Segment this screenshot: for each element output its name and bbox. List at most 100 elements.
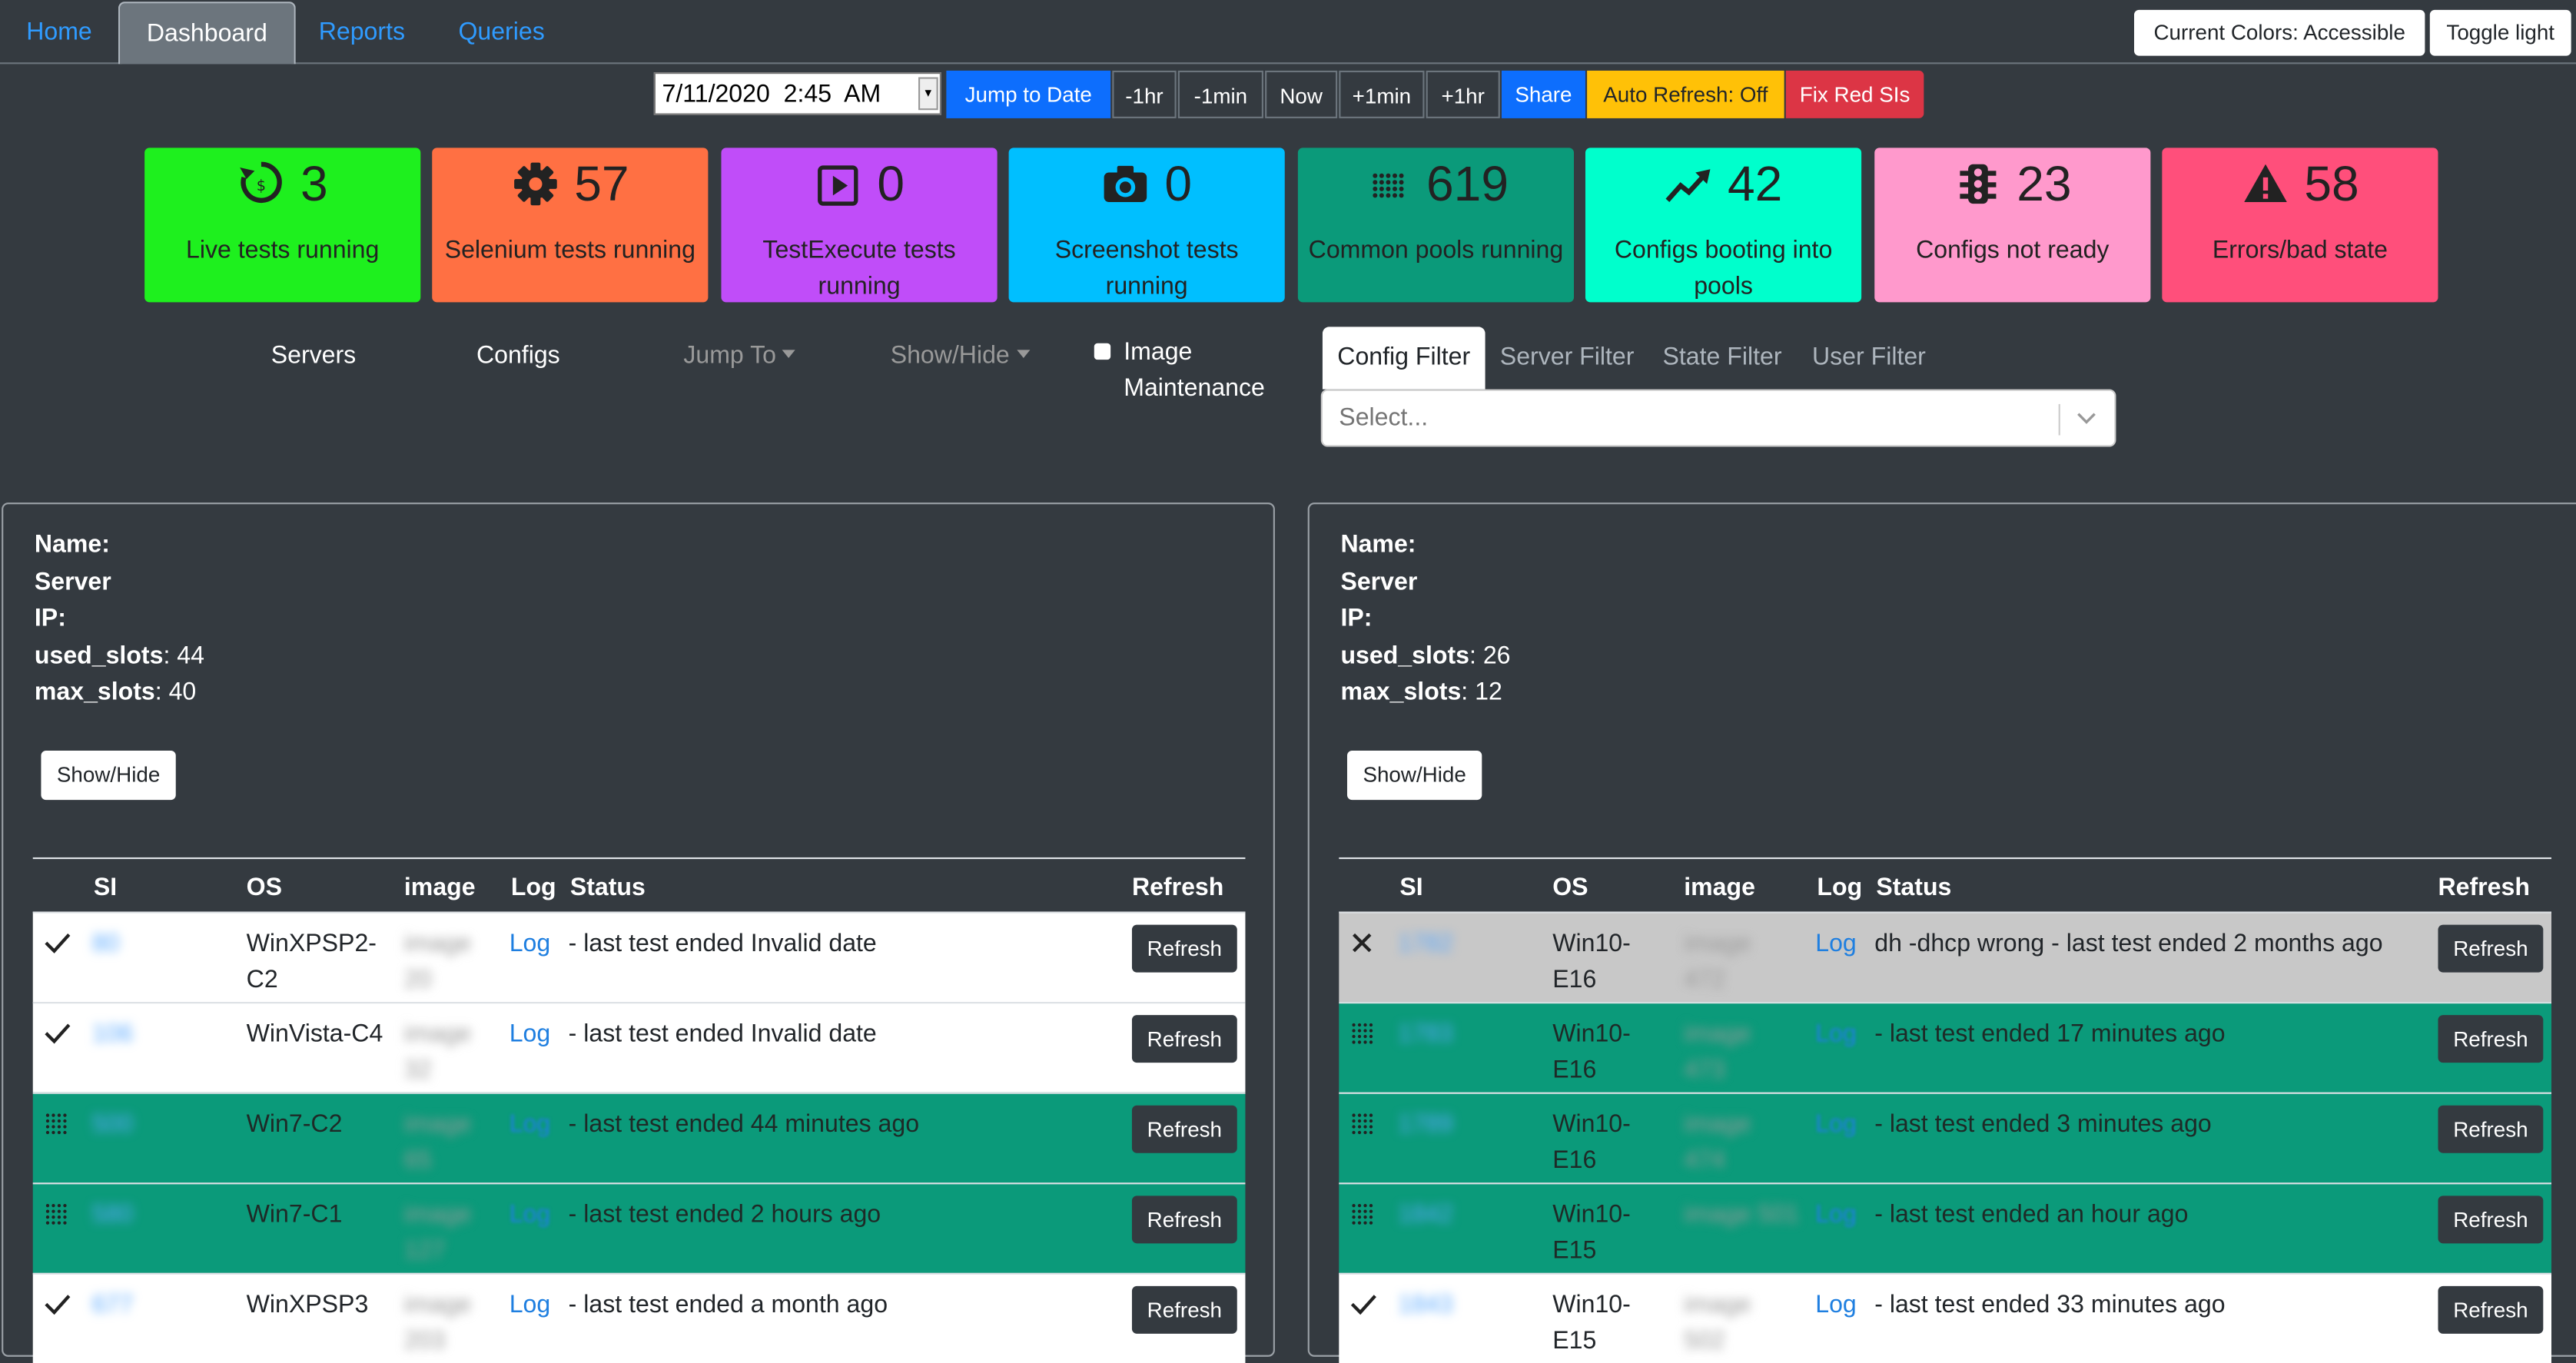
refresh-button[interactable]: Refresh [2438, 1196, 2544, 1244]
card-common-pools[interactable]: 619 Common pools running [1297, 148, 1575, 303]
log-link[interactable]: Log [510, 1016, 551, 1053]
refresh-button[interactable]: Refresh [2438, 1015, 2544, 1063]
config-filter-select[interactable]: Select... [1320, 389, 2116, 447]
dots-grid-icon [43, 1110, 72, 1151]
minus-1min-button[interactable]: -1min [1177, 70, 1263, 118]
col-status[interactable]: Status [570, 874, 646, 901]
image-value: image 474 [1684, 1107, 1751, 1179]
chevron-down-icon[interactable] [2075, 409, 2098, 429]
col-refresh[interactable]: Refresh [1132, 874, 1223, 901]
card-configs-booting[interactable]: 42 Configs booting into pools [1585, 148, 1862, 303]
toggle-light-button[interactable]: Toggle light [2429, 9, 2571, 56]
fix-red-sis-button[interactable]: Fix Red SIs [1785, 70, 1924, 118]
log-link[interactable]: Log [510, 1107, 551, 1143]
card-configs-not-ready[interactable]: 23 Configs not ready [1874, 148, 2151, 303]
refresh-button[interactable]: Refresh [2438, 1105, 2544, 1153]
show-hide-dropdown[interactable]: Show/Hide [891, 340, 1030, 373]
col-os[interactable]: OS [247, 874, 282, 901]
current-colors-button[interactable]: Current Colors: Accessible [2134, 9, 2425, 56]
log-link[interactable]: Log [1815, 1107, 1857, 1143]
table-body: 80 WinXPSP2- C2 image 20 Log - last test ended… [32, 911, 1246, 1363]
refresh-button[interactable]: Refresh [1131, 924, 1237, 973]
tab-user-filter[interactable]: User Filter [1812, 327, 1926, 389]
col-log[interactable]: Log [511, 874, 556, 901]
now-button[interactable]: Now [1265, 70, 1338, 118]
image-maintenance-checkbox[interactable] [1094, 343, 1111, 360]
col-os[interactable]: OS [1552, 874, 1588, 901]
card-testexecute-tests[interactable]: 0 TestExecute tests running [721, 148, 998, 303]
show-hide-label: Show/Hide [890, 341, 1010, 370]
datetime-input[interactable]: 7/11/2020 2:45 AM ▾ [653, 72, 941, 115]
col-si[interactable]: SI [94, 874, 117, 901]
col-si[interactable]: SI [1399, 874, 1422, 901]
jump-to-dropdown[interactable]: Jump To [683, 340, 796, 373]
si-link[interactable]: 1842 [1398, 1197, 1452, 1233]
dashboard-page: Home Dashboard Reports Queries Current C… [0, 0, 2576, 1363]
refresh-button[interactable]: Refresh [2438, 1285, 2544, 1334]
col-log[interactable]: Log [1817, 874, 1862, 901]
refresh-button[interactable]: Refresh [1131, 1196, 1237, 1244]
card-errors[interactable]: 58 Errors/bad state [2162, 148, 2438, 303]
log-link[interactable]: Log [1815, 1016, 1857, 1053]
server-panel-left: Name: Server IP: used_slots: 44 max_slot… [2, 502, 1275, 1363]
nav-queries-link[interactable]: Queries [458, 0, 544, 62]
share-button[interactable]: Share [1501, 70, 1585, 118]
tab-state-filter[interactable]: State Filter [1662, 327, 1781, 389]
select-placeholder: Select... [1339, 403, 1429, 433]
configs-link[interactable]: Configs [476, 340, 560, 373]
nav-home-link[interactable]: Home [26, 0, 92, 62]
log-link[interactable]: Log [510, 1197, 551, 1233]
auto-refresh-button[interactable]: Auto Refresh: Off [1587, 70, 1784, 118]
show-hide-button[interactable]: Show/Hide [1346, 750, 1482, 801]
nav-reports-link[interactable]: Reports [319, 0, 405, 62]
si-link[interactable]: 580 [92, 1197, 134, 1233]
datetime-dropdown-icon[interactable]: ▾ [918, 77, 938, 111]
image-value: image 203 [404, 1288, 471, 1360]
col-image[interactable]: image [1684, 874, 1755, 901]
server-label: Server [1340, 567, 1418, 595]
nav-dashboard-tab[interactable]: Dashboard [118, 2, 296, 65]
si-link[interactable]: 500 [92, 1107, 134, 1143]
si-link[interactable]: 1782 [1398, 927, 1452, 963]
tab-config-filter[interactable]: Config Filter [1322, 327, 1486, 390]
card-screenshot-tests[interactable]: 0 Screenshot tests running [1008, 148, 1285, 303]
si-link[interactable]: 106 [92, 1016, 134, 1053]
card-value: 3 [300, 158, 328, 212]
plus-1min-button[interactable]: +1min [1339, 70, 1425, 118]
si-link[interactable]: 1783 [1398, 1016, 1452, 1053]
col-refresh[interactable]: Refresh [2438, 874, 2529, 901]
log-link[interactable]: Log [510, 1288, 551, 1324]
si-link[interactable]: 677 [92, 1288, 134, 1324]
table-row: 1789 Win10- E16 image 474 Log - last test ende… [1339, 1092, 2552, 1183]
card-live-tests[interactable]: $ 3 Live tests running [144, 148, 421, 303]
refresh-button[interactable]: Refresh [1131, 1105, 1237, 1153]
table-header: SI OS image Log Status Refresh [1339, 857, 2552, 912]
refresh-button[interactable]: Refresh [1131, 1285, 1237, 1334]
log-link[interactable]: Log [1815, 1197, 1857, 1233]
col-image[interactable]: image [404, 874, 476, 901]
log-link[interactable]: Log [1815, 1288, 1857, 1324]
refresh-button[interactable]: Refresh [2438, 924, 2544, 973]
table-row: 80 WinXPSP2- C2 image 20 Log - last test ended… [32, 911, 1246, 1003]
tab-server-filter[interactable]: Server Filter [1500, 327, 1635, 389]
si-link[interactable]: 80 [92, 927, 120, 963]
show-hide-button[interactable]: Show/Hide [41, 750, 176, 801]
status-text: - last test ended 44 minutes ago [568, 1110, 920, 1139]
used-slots-value: : 44 [163, 641, 204, 670]
log-link[interactable]: Log [510, 927, 551, 963]
table-row: 106 WinVista-C4 image 32 Log - last test ende… [32, 1002, 1246, 1093]
servers-link[interactable]: Servers [271, 340, 356, 373]
refresh-button[interactable]: Refresh [1131, 1015, 1237, 1063]
card-selenium-tests[interactable]: 57 Selenium tests running [432, 148, 709, 303]
si-link[interactable]: 1843 [1398, 1288, 1452, 1324]
si-link[interactable]: 1789 [1398, 1107, 1452, 1143]
minus-1hr-button[interactable]: -1hr [1112, 70, 1177, 118]
jump-to-date-button[interactable]: Jump to Date [946, 70, 1111, 118]
checkmark-icon [1349, 1291, 1378, 1328]
card-label: Configs not ready [1916, 236, 2110, 265]
log-link[interactable]: Log [1815, 927, 1857, 963]
plus-1hr-button[interactable]: +1hr [1426, 70, 1500, 118]
os-line-1: Win7-C1 [246, 1200, 343, 1229]
table-row: 677 WinXPSP3 image 203 Log - last test ended … [32, 1272, 1246, 1363]
col-status[interactable]: Status [1876, 874, 1951, 901]
